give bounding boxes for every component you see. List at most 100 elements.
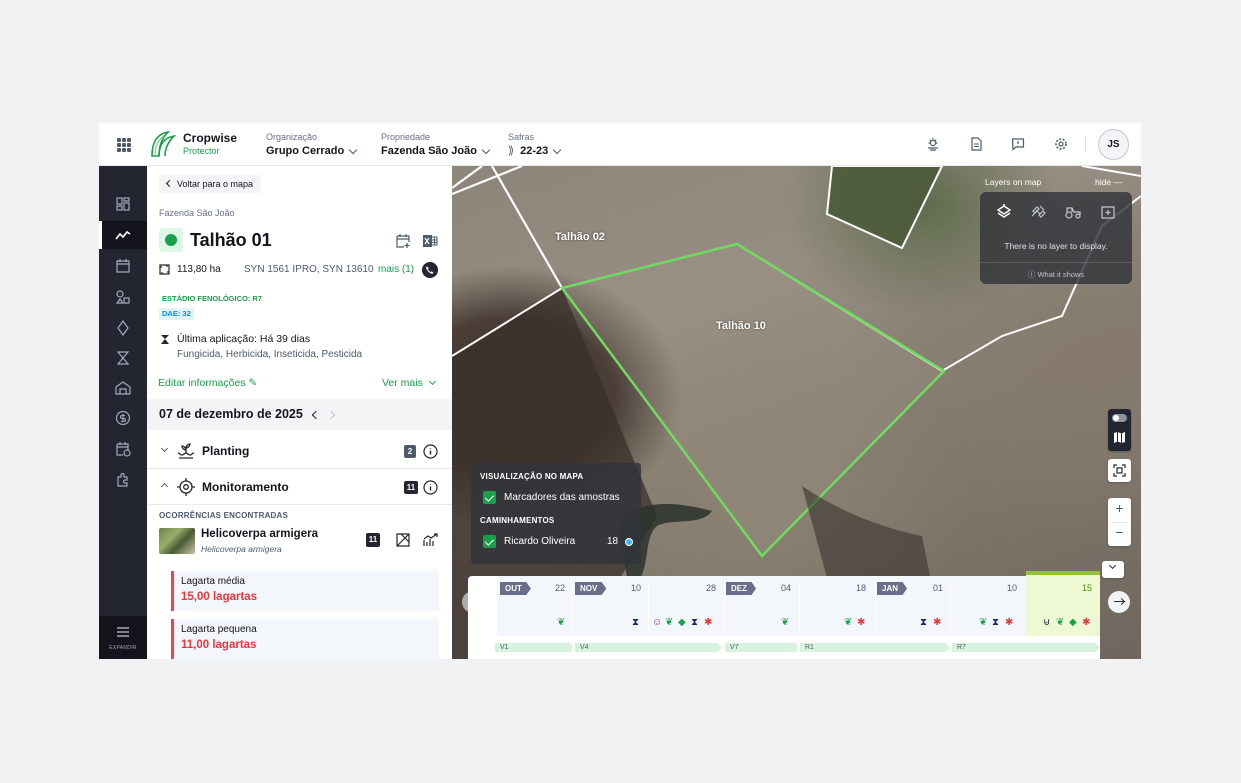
chevron-up-icon <box>160 482 169 491</box>
pest-icon[interactable]: ✱ <box>704 618 712 628</box>
chevron-down-icon <box>553 145 562 154</box>
spray-icon[interactable]: ⧗ <box>632 618 639 628</box>
plant-icon[interactable]: ❦ <box>665 618 673 628</box>
pest-name[interactable]: Helicoverpa armigera <box>201 528 318 540</box>
dashboard-icon[interactable] <box>115 196 131 212</box>
property-label: Propriedade <box>381 132 431 142</box>
note-icon[interactable]: ☺ <box>652 618 662 628</box>
season-icon: ⟫ <box>508 145 515 157</box>
what-it-shows-link[interactable]: ⓘ What it shows <box>980 269 1132 280</box>
chevron-down-icon <box>428 378 436 386</box>
planting-title: Planting <box>202 444 250 458</box>
plant-icon[interactable]: ❦ <box>979 618 987 628</box>
shapes-icon[interactable] <box>115 289 131 305</box>
expand-nav-button[interactable]: EXPANDIR <box>99 616 147 659</box>
feedback-icon[interactable] <box>1011 137 1025 151</box>
fit-bounds-button[interactable] <box>1108 459 1131 482</box>
area-icon <box>159 264 170 275</box>
walker-checkbox[interactable] <box>483 535 496 548</box>
phone-icon[interactable] <box>422 262 438 278</box>
warehouse-icon[interactable] <box>115 380 131 396</box>
info-icon[interactable] <box>423 480 438 495</box>
heatmap-icon[interactable] <box>396 533 410 547</box>
spray-icon[interactable]: ⧗ <box>992 618 999 628</box>
avatar[interactable]: JS <box>1098 129 1129 160</box>
dollar-icon[interactable] <box>115 410 131 426</box>
apps-grid-icon[interactable] <box>117 138 131 152</box>
plant-icon[interactable]: ❦ <box>1056 618 1064 628</box>
monitoring-count: 11 <box>404 481 418 494</box>
sample-markers-checkbox[interactable] <box>483 491 496 504</box>
calendar-add-icon[interactable] <box>395 233 411 249</box>
zoom-in-button[interactable]: + <box>1108 500 1131 516</box>
document-icon[interactable] <box>969 137 983 151</box>
next-date-button[interactable] <box>326 410 336 420</box>
last-application: Última aplicação: Há 39 dias <box>177 333 311 345</box>
trap-icon[interactable] <box>115 350 131 366</box>
organization-select[interactable]: Organização Grupo Cerrado <box>266 131 358 159</box>
timeline: OUT NOV DEZ JAN 22 10 28 04 18 01 10 15 … <box>468 571 1100 659</box>
pest-icon[interactable]: ✱ <box>1005 618 1013 628</box>
info-icon[interactable] <box>423 444 438 459</box>
season-label: Safras <box>508 132 535 142</box>
season-select[interactable]: Safras ⟫ 22-23 <box>508 131 562 159</box>
plant-icon[interactable]: ❦ <box>844 618 852 628</box>
chevron-down-icon <box>1108 561 1117 570</box>
pest-level-label: Lagarta média <box>181 576 245 587</box>
timeline-day: 28 <box>706 583 717 593</box>
satellite-icon[interactable] <box>1030 204 1046 220</box>
gear-icon[interactable] <box>1054 137 1068 151</box>
pest-icon[interactable]: ✱ <box>933 618 941 628</box>
layers-hide-toggle[interactable]: hide — <box>1095 177 1122 187</box>
weather-icon[interactable] <box>926 137 940 151</box>
tractor-icon[interactable] <box>1064 204 1082 220</box>
trend-chart-icon[interactable] <box>423 533 438 547</box>
zoom-out-button[interactable]: − <box>1108 524 1131 540</box>
edit-info-label: Editar informações <box>158 377 246 389</box>
analytics-icon[interactable] <box>115 227 131 243</box>
timeline-day: 01 <box>933 583 944 593</box>
spray-icon[interactable]: ⧗ <box>691 618 698 628</box>
pest-level-card: Lagarta pequena 11,00 lagartas <box>171 619 439 659</box>
monitoring-section[interactable]: Monitoramento 11 <box>147 470 452 505</box>
edit-info-link[interactable]: Editar informações ✎ <box>158 377 257 389</box>
map-icon[interactable] <box>1113 431 1126 444</box>
timeline-next-button[interactable] <box>1108 591 1130 613</box>
field-label[interactable]: Talhão 02 <box>555 231 605 243</box>
spray-icon[interactable]: ⧗ <box>920 618 927 628</box>
prev-date-button[interactable] <box>311 410 321 420</box>
plant-icon[interactable]: ❦ <box>557 618 565 628</box>
plant-icon[interactable]: ❦ <box>781 618 789 628</box>
property-select[interactable]: Propriedade Fazenda São João <box>381 131 491 159</box>
what-it-shows-label: What it shows <box>1037 270 1085 279</box>
more-varieties-link[interactable]: mais (1) <box>378 264 414 275</box>
excel-icon[interactable] <box>422 233 438 249</box>
field-label[interactable]: Talhão 10 <box>716 320 766 332</box>
walker-count: 18 <box>607 536 619 547</box>
see-more-link[interactable]: Ver mais <box>382 377 436 389</box>
disease-icon[interactable]: ◆ <box>678 618 686 628</box>
toggle-switch[interactable] <box>1112 414 1127 422</box>
pest-icon[interactable]: ✱ <box>857 618 865 628</box>
walker-name: Ricardo Oliveira <box>504 536 576 547</box>
schedule-icon[interactable] <box>115 441 131 457</box>
pest-icon[interactable]: ✱ <box>1082 618 1090 628</box>
chevron-down-icon <box>160 444 169 453</box>
planting-section[interactable]: Planting 2 <box>147 434 452 469</box>
disease-icon[interactable]: ◆ <box>1069 618 1077 628</box>
planting-icon[interactable]: ⊌ <box>1043 618 1050 628</box>
image-add-icon[interactable] <box>1100 204 1116 220</box>
header-divider <box>1085 136 1086 152</box>
back-to-map-button[interactable]: Voltar para o mapa <box>159 175 262 193</box>
top-bar: Cropwise Protector Organização Grupo Cer… <box>99 123 1141 166</box>
map-visualization-panel: VISUALIZAÇÃO NO MAPA Marcadores das amos… <box>471 463 641 564</box>
diamond-icon[interactable] <box>115 320 131 336</box>
calendar-icon[interactable] <box>115 258 131 274</box>
planting-count: 2 <box>404 445 416 458</box>
phenology-stage: V1 <box>495 643 573 652</box>
collapse-timeline-button[interactable] <box>1102 561 1124 578</box>
layers-icon[interactable] <box>996 204 1012 220</box>
organization-label: Organização <box>266 132 318 142</box>
map-view[interactable]: Talhão 02 Talhão 10 Layers on map hide —… <box>452 166 1141 659</box>
integrations-icon[interactable] <box>115 472 131 488</box>
